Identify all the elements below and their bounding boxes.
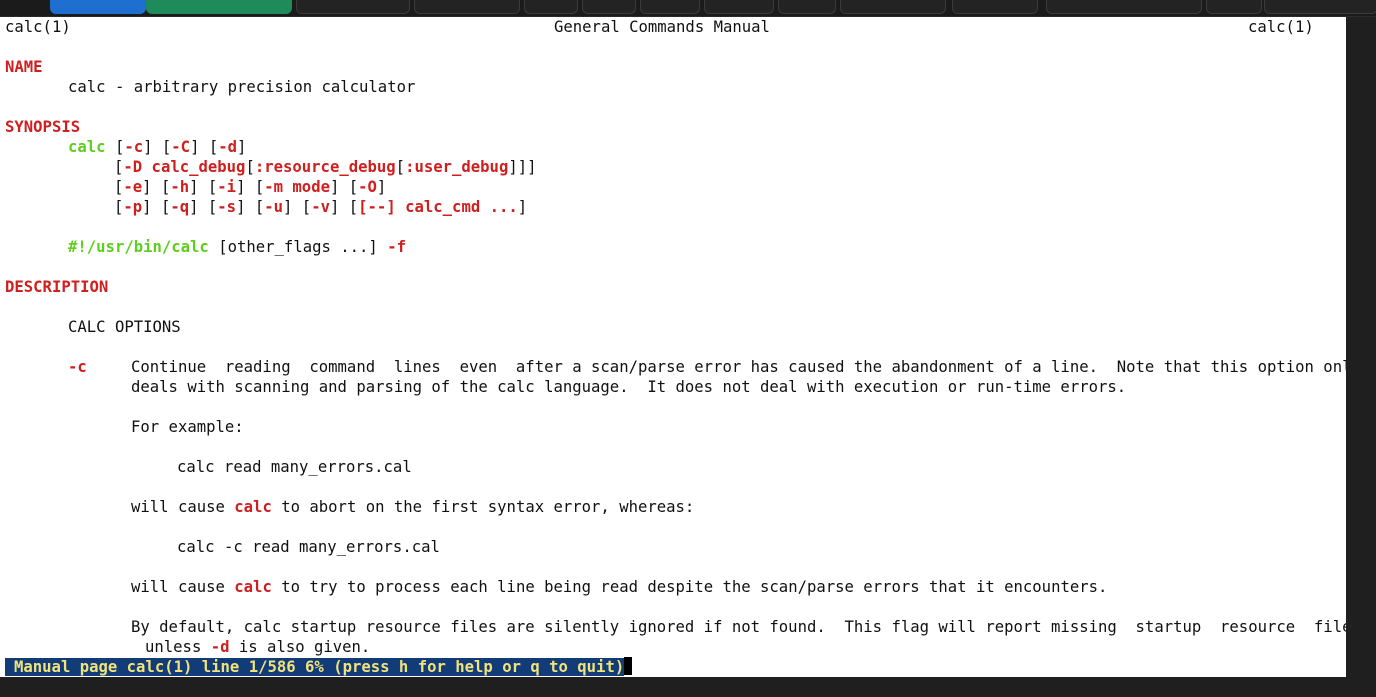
synopsis-cmd: calc: [68, 138, 106, 156]
terminal-cursor: [624, 657, 633, 675]
man-header-left: calc(1): [5, 18, 71, 36]
flag-C: -C: [171, 138, 191, 156]
bracket: [: [245, 158, 255, 176]
text: is also given.: [229, 638, 371, 656]
flag-q: -q: [170, 198, 190, 216]
man-header-right: calc(1): [1248, 18, 1314, 36]
flag-O: -O: [358, 178, 377, 196]
toolbar-button-13[interactable]: [1206, 0, 1262, 14]
flag-double-dash: [--]: [358, 198, 396, 216]
section-heading-name: NAME: [5, 58, 43, 76]
option-c-text-line-2: deals with scanning and parsing of the c…: [131, 378, 1127, 396]
flag-m: -m mode: [264, 178, 330, 196]
bracket: [: [114, 178, 124, 196]
bracket: [: [114, 198, 124, 216]
toolbar-button-7[interactable]: [640, 0, 700, 14]
option-c-text-line-1: Continue reading command lines even afte…: [131, 358, 1361, 376]
subheading-calc-options: CALC OPTIONS: [68, 318, 181, 336]
synopsis-line-3: [-e] [-h] [-i] [-m mode] [-O]: [114, 177, 386, 197]
pager-status-text: Manual page calc(1) line 1/586 6% (press…: [5, 658, 625, 676]
resource-debug: :resource_debug: [254, 158, 396, 176]
flag-e: -e: [123, 178, 143, 196]
bracket: ]: [237, 138, 247, 156]
bracket: ] [: [189, 198, 218, 216]
window-bottom-edge: [0, 677, 1376, 697]
shebang-path: #!/usr/bin/calc: [68, 238, 209, 256]
default-paragraph-line-1: By default, calc startup resource files …: [131, 618, 1361, 636]
flag-d: -d: [218, 138, 238, 156]
bracket: ] [: [329, 178, 359, 196]
synopsis-line-1: calc [-c] [-C] [-d]: [68, 137, 246, 157]
example-1: calc read many_errors.cal: [177, 458, 412, 476]
bracket: ] [: [189, 178, 218, 196]
example-2: calc -c read many_errors.cal: [177, 538, 440, 556]
flag-c: -c: [124, 138, 144, 156]
toolbar-button-3[interactable]: [296, 0, 410, 14]
toolbar-button-11[interactable]: [952, 0, 1038, 14]
bracket: ] [: [142, 198, 171, 216]
terminal-toolbar: [0, 0, 1376, 17]
synopsis-shebang-line: #!/usr/bin/calc [other_flags ...] -f: [68, 237, 406, 257]
name-description: calc - arbitrary precision calculator: [68, 78, 416, 96]
flag-D: -D calc_debug: [123, 158, 246, 176]
man-page-terminal[interactable]: calc(1) General Commands Manual calc(1) …: [0, 17, 1361, 677]
bracket: ] [: [142, 178, 171, 196]
bracket: ] [: [283, 198, 312, 216]
text: to try to process each line being read d…: [271, 578, 1108, 596]
flag-d: -d: [210, 638, 230, 656]
synopsis-line-2: [-D calc_debug[:resource_debug[:user_deb…: [114, 157, 537, 177]
toolbar-button-10[interactable]: [840, 0, 946, 14]
calc-keyword: calc: [234, 498, 272, 516]
section-heading-synopsis: SYNOPSIS: [5, 118, 81, 136]
flag-p: -p: [123, 198, 143, 216]
toolbar-button-9[interactable]: [778, 0, 836, 14]
bracket: ] [: [143, 138, 172, 156]
toolbar-button-5[interactable]: [524, 0, 578, 14]
flag-u: -u: [264, 198, 284, 216]
bracket: ] [: [236, 178, 265, 196]
flag-f: -f: [387, 238, 406, 256]
toolbar-button-4[interactable]: [414, 0, 520, 14]
scrollbar-track[interactable]: [1346, 17, 1376, 677]
man-header-center: General Commands Manual: [554, 18, 770, 36]
bracket: ]]]: [508, 158, 537, 176]
toolbar-button-8[interactable]: [704, 0, 774, 14]
text: to abort on the first syntax error, wher…: [271, 498, 695, 516]
text: unless: [145, 638, 211, 656]
option-c-label: -c: [68, 358, 87, 376]
bracket: [: [114, 158, 124, 176]
flag-h: -h: [170, 178, 190, 196]
will-cause-line-1: will cause calc to abort on the first sy…: [131, 497, 694, 517]
synopsis-line-4: [-p] [-q] [-s] [-u] [-v] [[--] calc_cmd …: [114, 197, 527, 217]
bracket: ] [: [329, 198, 359, 216]
flag-v: -v: [311, 198, 330, 216]
bracket: ] [: [190, 138, 219, 156]
will-cause-line-2: will cause calc to try to process each l…: [131, 577, 1107, 597]
toolbar-button-14[interactable]: [1264, 0, 1376, 14]
text: will cause: [131, 498, 235, 516]
for-example-text: For example:: [131, 418, 244, 436]
toolbar-button-1[interactable]: [50, 0, 146, 14]
bracket: [: [395, 158, 406, 176]
toolbar-button-6[interactable]: [582, 0, 636, 14]
toolbar-button-2[interactable]: [146, 0, 292, 14]
calc-cmd: calc_cmd ...: [405, 198, 518, 216]
bracket: ]: [517, 198, 528, 216]
user-debug: :user_debug: [405, 158, 509, 176]
bracket: [: [105, 138, 125, 156]
default-paragraph-line-2: unless -d is also given.: [145, 637, 370, 657]
shebang-args: [other_flags ...]: [208, 238, 388, 256]
toolbar-button-12[interactable]: [1046, 0, 1202, 14]
section-heading-description: DESCRIPTION: [5, 278, 109, 296]
text: will cause: [131, 578, 235, 596]
bracket: ] [: [236, 198, 265, 216]
pager-status-line: Manual page calc(1) line 1/586 6% (press…: [5, 657, 633, 677]
flag-i: -i: [217, 178, 237, 196]
calc-keyword: calc: [234, 578, 272, 596]
bracket: ]: [376, 178, 387, 196]
flag-s: -s: [217, 198, 237, 216]
